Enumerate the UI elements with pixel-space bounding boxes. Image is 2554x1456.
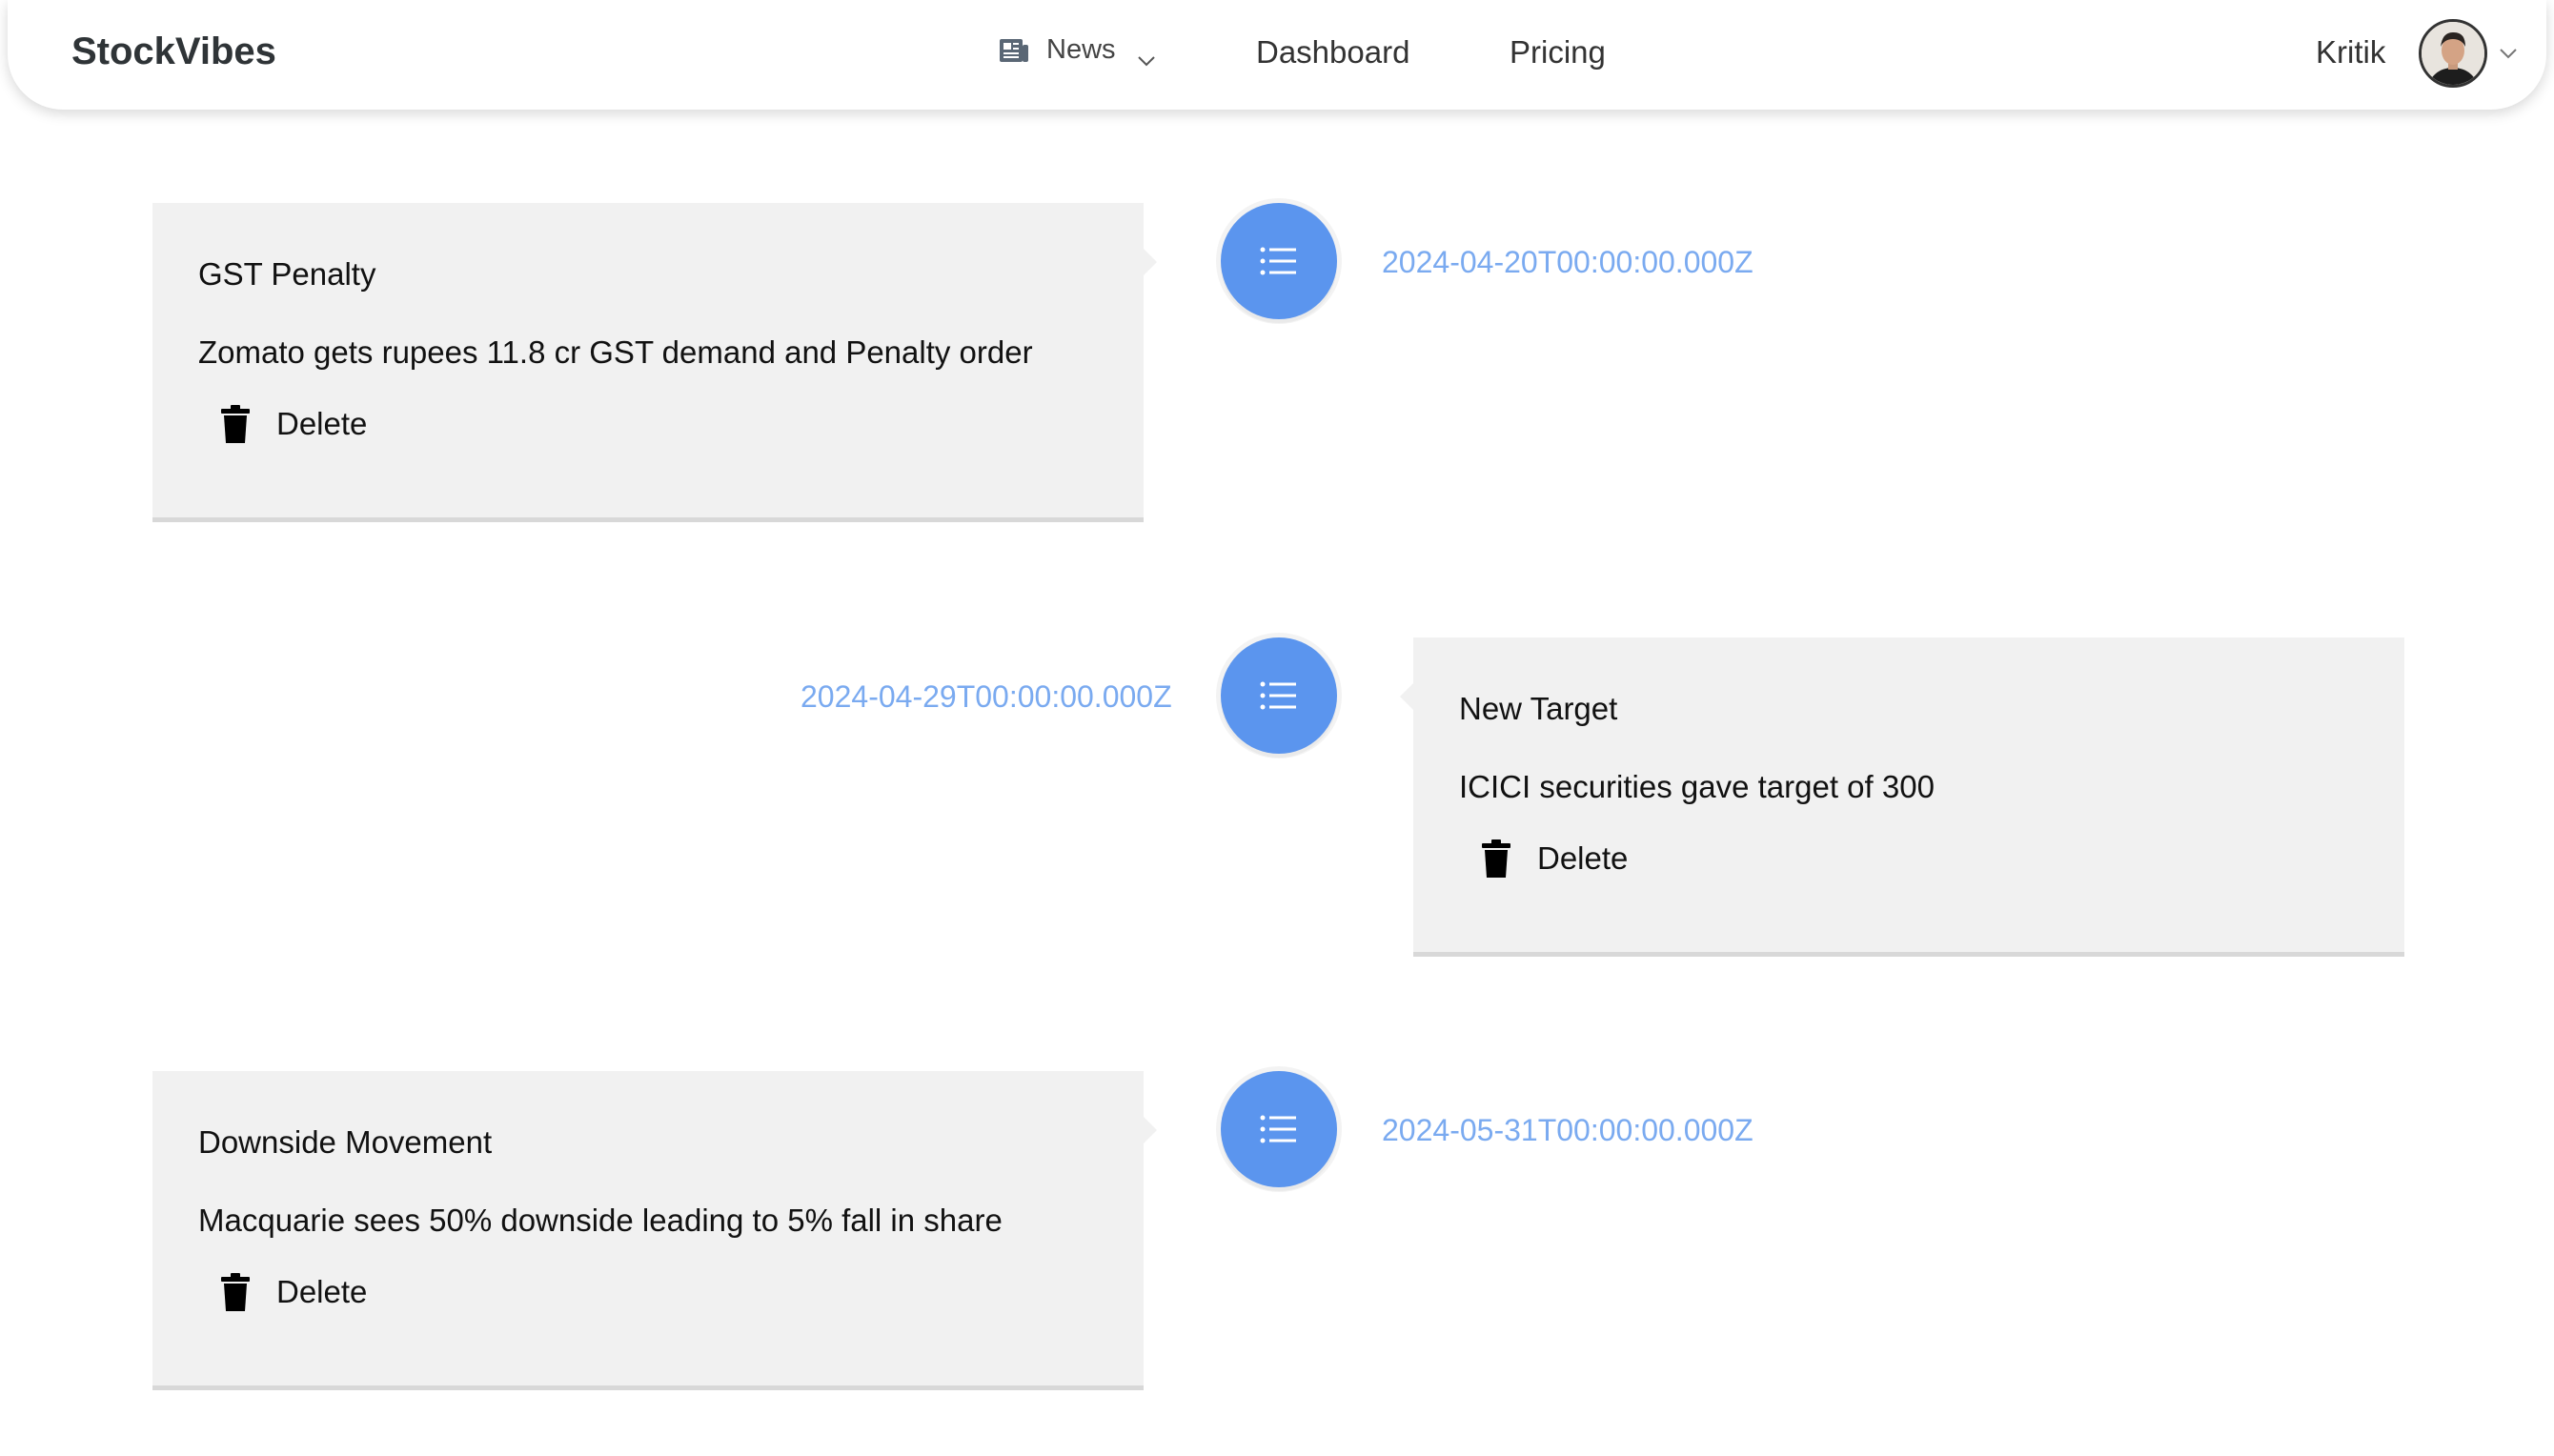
delete-button[interactable]: Delete xyxy=(1482,839,1628,878)
chevron-down-icon[interactable] xyxy=(2499,47,2518,60)
timeline-date: 2024-04-29T00:00:00.000Z xyxy=(801,679,1172,714)
newspaper-icon xyxy=(999,37,1029,64)
card-body: Macquarie sees 50% downside leading to 5… xyxy=(198,1203,1003,1238)
chevron-down-icon xyxy=(1137,44,1156,66)
timeline-card: GST Penalty Zomato gets rupees 11.8 cr G… xyxy=(152,203,1157,517)
timeline-date: 2024-05-31T00:00:00.000Z xyxy=(1382,1113,1753,1147)
trash-icon xyxy=(221,1273,250,1311)
trash-icon xyxy=(221,405,250,443)
list-icon xyxy=(1260,681,1296,710)
delete-button[interactable]: Delete xyxy=(221,1273,367,1311)
card-title: New Target xyxy=(1459,691,1618,726)
list-icon xyxy=(1260,1115,1296,1143)
card-title: GST Penalty xyxy=(198,256,376,292)
delete-button[interactable]: Delete xyxy=(221,405,367,443)
timeline-marker xyxy=(1221,1071,1337,1187)
delete-label: Delete xyxy=(276,1274,368,1309)
delete-label: Delete xyxy=(276,406,368,441)
list-icon xyxy=(1260,247,1296,275)
delete-label: Delete xyxy=(1537,840,1629,876)
timeline-card: Downside Movement Macquarie sees 50% dow… xyxy=(152,1071,1157,1385)
timeline-marker xyxy=(1221,637,1337,754)
card-body: Zomato gets rupees 11.8 cr GST demand an… xyxy=(198,334,1033,370)
nav-pricing-link[interactable]: Pricing xyxy=(1510,34,1606,71)
nav-dashboard-link[interactable]: Dashboard xyxy=(1256,34,1409,71)
card-body: ICICI securities gave target of 300 xyxy=(1459,769,1935,804)
top-navbar: StockVibes News Dashboard Pricing Kritik xyxy=(8,0,2546,110)
avatar[interactable] xyxy=(2419,19,2487,88)
user-name[interactable]: Kritik xyxy=(2316,34,2385,71)
timeline-date: 2024-04-20T00:00:00.000Z xyxy=(1382,245,1753,279)
nav-news-dropdown[interactable]: News xyxy=(999,34,1156,66)
brand-logo[interactable]: StockVibes xyxy=(71,30,276,73)
timeline-marker xyxy=(1221,203,1337,319)
trash-icon xyxy=(1482,839,1510,878)
nav-news-label: News xyxy=(1046,34,1116,65)
timeline-card: New Target ICICI securities gave target … xyxy=(1400,637,2404,952)
card-title: Downside Movement xyxy=(198,1124,493,1160)
